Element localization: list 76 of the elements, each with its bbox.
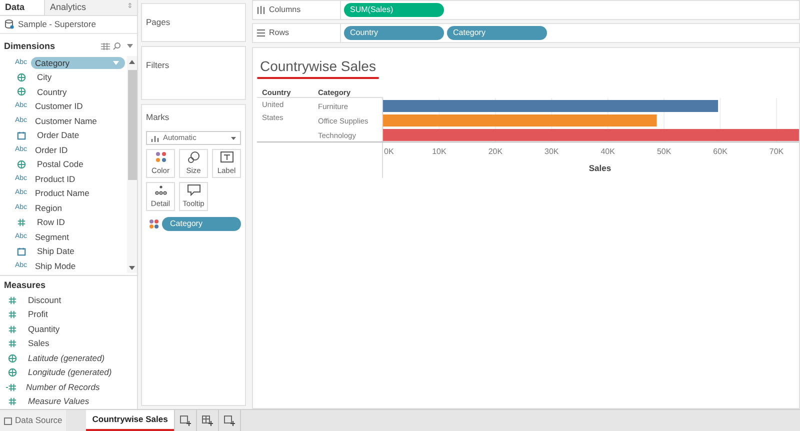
measure-field[interactable]: Sales: [24, 337, 54, 350]
hash-icon: [8, 296, 17, 305]
globe-icon: [8, 368, 17, 378]
hash-icon: [8, 339, 17, 348]
axis-tick-label: 50K: [656, 147, 672, 156]
bar-chart-icon: [151, 134, 159, 142]
axis-title: Sales: [588, 163, 612, 173]
dimension-field[interactable]: Row ID: [33, 216, 69, 228]
dimension-field[interactable]: Country: [33, 86, 71, 98]
shelf-label: Columns: [269, 4, 301, 16]
dimension-field[interactable]: Ship Date: [33, 245, 78, 258]
calendar-icon: [17, 246, 26, 256]
measure-field[interactable]: Discount: [24, 294, 66, 307]
dimension-field[interactable]: Customer ID: [31, 100, 87, 112]
hash-icon: [8, 397, 17, 406]
color-dots-icon: [154, 150, 168, 163]
grid-view-icon[interactable]: [101, 42, 110, 50]
label-text-icon: [220, 150, 234, 163]
axis-tick-label: 70K: [769, 147, 784, 156]
tooltip-bubble-icon: [186, 184, 200, 196]
dimension-field[interactable]: Region: [31, 202, 66, 214]
axis-tick-label: 40K: [600, 147, 615, 156]
axis-tick-label: 0K: [384, 147, 394, 156]
globe-icon: [17, 160, 26, 169]
card-title: Filters: [146, 60, 170, 70]
search-icon[interactable]: [113, 42, 121, 50]
scroll-down-icon[interactable]: [129, 266, 135, 270]
shelf-label: Rows: [269, 27, 290, 39]
data-source-name[interactable]: Sample - Superstore: [18, 18, 96, 31]
dimension-field[interactable]: Segment: [31, 230, 74, 243]
dimension-field[interactable]: City: [33, 71, 56, 84]
section-title: Dimensions: [4, 40, 56, 53]
globe-icon: [17, 87, 26, 96]
scrollbar[interactable]: [127, 56, 137, 273]
measure-field[interactable]: Longitude (generated): [24, 366, 116, 380]
hash-icon: [17, 218, 26, 227]
sheet-tab[interactable]: Data Source: [0, 410, 66, 431]
axis-tick-label: 20K: [488, 147, 503, 156]
globe-icon: [17, 72, 26, 82]
card-title: Marks: [146, 111, 170, 124]
axis-tick-label: 30K: [544, 147, 559, 156]
dimension-field[interactable]: Category: [31, 56, 125, 69]
columns-icon: [257, 6, 265, 14]
dropdown-caret-icon: [231, 136, 236, 140]
axis-tick-label: 60K: [713, 147, 728, 156]
scrollbar-thumb[interactable]: [128, 70, 136, 180]
calculated-hash-icon: [6, 382, 17, 392]
measure-field[interactable]: Quantity: [24, 322, 64, 336]
dimension-field[interactable]: Customer Name: [31, 114, 101, 127]
section-title: Measures: [3, 279, 47, 292]
scroll-up-icon[interactable]: [129, 60, 135, 64]
dimension-field[interactable]: Product ID: [31, 172, 80, 185]
dimension-field[interactable]: Postal Code: [33, 158, 88, 170]
dropdown-caret-icon[interactable]: [113, 60, 119, 65]
dimension-field[interactable]: Product Name: [31, 187, 94, 200]
color-dots-icon: [149, 219, 159, 229]
card-title: Pages: [146, 17, 170, 27]
globe-icon: [8, 354, 17, 363]
rows-icon: [257, 29, 265, 37]
pane-tab[interactable]: Analytics: [44, 0, 127, 15]
measure-field[interactable]: Number of Records: [22, 380, 104, 394]
measure-field[interactable]: Latitude (generated): [24, 352, 109, 365]
hash-icon: [8, 324, 17, 334]
detail-dots-icon: [154, 184, 168, 196]
dropdown-caret-icon[interactable]: [127, 44, 133, 48]
axis-tick-label: 10K: [432, 147, 446, 156]
measure-field[interactable]: Profit: [24, 308, 52, 322]
measure-field[interactable]: Measure Values: [24, 395, 94, 408]
dimension-field[interactable]: Order Date: [33, 129, 84, 142]
size-circles-icon: [186, 150, 200, 163]
dimension-field[interactable]: Ship Mode: [31, 260, 80, 272]
dimension-field[interactable]: Order ID: [31, 144, 72, 156]
hash-icon: [8, 310, 17, 320]
sheet-tab[interactable]: Countrywise Sales: [86, 410, 174, 431]
view-title: Countrywise Sales: [259, 57, 377, 76]
calendar-icon: [17, 130, 26, 140]
